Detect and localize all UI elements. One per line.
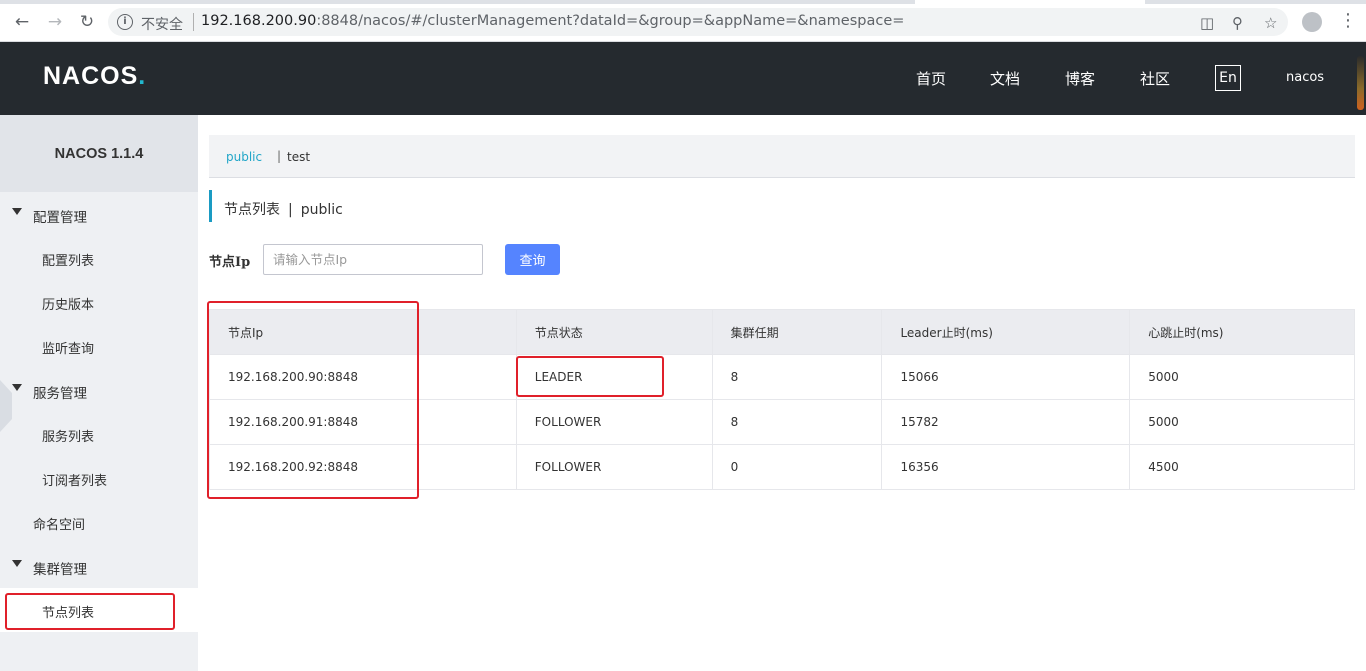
cell-cluster-term: 8 [711,399,883,445]
profile-avatar-icon[interactable] [1302,12,1322,32]
browser-chrome: ← → ↻ i 不安全 192.168.200.90:8848/nacos/#/… [0,0,1366,42]
sidebar-item-label: 监听查询 [42,342,95,357]
sidebar-item-label: 历史版本 [42,298,95,313]
browser-menu-icon[interactable]: ⋮ [1339,10,1357,31]
cell-node-state: FOLLOWER [515,399,713,445]
table-row: 192.168.200.91:8848 FOLLOWER 8 15782 500… [209,399,1355,445]
sidebar-item-namespace[interactable]: 命名空间 [0,500,198,544]
sidebar-group-cluster[interactable]: 集群管理 [0,544,198,588]
sidebar: NACOS 1.1.4 配置管理 配置列表 历史版本 监听查询 服务管理 服务列… [0,115,198,671]
nav-link-blog[interactable]: 博客 [1065,68,1095,89]
column-header-heartbeat-due: 心跳止时(ms) [1129,309,1355,355]
sidebar-item-label: 节点列表 [42,606,95,621]
url-host: 192.168.200.90 [201,13,317,29]
page-title: 节点列表 | public [209,190,343,222]
cell-node-state: LEADER [515,354,713,400]
translate-icon[interactable]: ◫ [1200,14,1214,32]
url-text[interactable]: 192.168.200.90:8848/nacos/#/clusterManag… [201,13,904,29]
back-arrow-icon[interactable]: ← [11,11,33,33]
cell-node-ip: 192.168.200.91:8848 [209,399,517,445]
sidebar-item-listener-query[interactable]: 监听查询 [0,324,198,368]
nacos-logo[interactable]: NACOS. [43,62,146,91]
bookmark-star-icon[interactable]: ☆ [1264,14,1277,32]
nav-link-community[interactable]: 社区 [1140,68,1170,89]
cell-cluster-term: 0 [711,444,883,490]
namespace-tab-test[interactable]: test [287,150,310,164]
cell-heartbeat-due: 4500 [1129,444,1355,490]
column-header-leader-due: Leader止时(ms) [881,309,1131,355]
table-row: 192.168.200.92:8848 FOLLOWER 0 16356 450… [209,444,1355,490]
page-title-namespace: public [300,202,343,218]
forward-arrow-icon[interactable]: → [44,11,66,33]
sidebar-item-label: 订阅者列表 [42,474,108,489]
cell-leader-due: 15066 [881,354,1131,400]
top-navigation: NACOS. 首页 文档 博客 社区 En nacos [0,42,1366,115]
info-icon[interactable]: i [117,14,133,30]
logo-text: NACOS [43,62,139,90]
tab-strip [0,0,1366,4]
cell-cluster-term: 8 [711,354,883,400]
language-toggle-button[interactable]: En [1215,65,1241,91]
namespace-bar: public | test [209,135,1355,178]
sidebar-item-label: 服务列表 [42,430,95,445]
cell-heartbeat-due: 5000 [1129,399,1355,445]
cell-node-ip: 192.168.200.90:8848 [209,354,517,400]
sidebar-item-config-list[interactable]: 配置列表 [0,236,198,280]
sidebar-item-history[interactable]: 历史版本 [0,280,198,324]
cell-node-ip: 192.168.200.92:8848 [209,444,517,490]
sidebar-group-service[interactable]: 服务管理 [0,368,198,412]
url-path: :8848/nacos/#/clusterManagement?dataId=&… [316,13,905,29]
column-header-node-state: 节点状态 [515,309,713,355]
cell-leader-due: 15782 [881,399,1131,445]
table-header-row: 节点Ip 节点状态 集群任期 Leader止时(ms) 心跳止时(ms) [209,309,1355,355]
active-tab[interactable] [915,0,1145,4]
user-menu[interactable]: nacos [1286,70,1324,85]
sidebar-item-label: 配置列表 [42,254,95,269]
namespace-separator: | [277,149,282,163]
node-table: 节点Ip 节点状态 集群任期 Leader止时(ms) 心跳止时(ms) 192… [209,309,1355,490]
namespace-tab-public[interactable]: public [226,150,262,164]
node-ip-label: 节点Ip [209,255,251,270]
reload-icon[interactable]: ↻ [76,11,98,33]
sidebar-item-label: 命名空间 [33,518,86,533]
sidebar-item-subscriber-list[interactable]: 订阅者列表 [0,456,198,500]
address-separator [193,13,194,31]
page-title-separator: | [288,202,293,218]
sidebar-group-config[interactable]: 配置管理 [0,192,198,236]
zoom-icon[interactable]: ⚲ [1232,14,1243,32]
sidebar-group-label: 配置管理 [33,210,87,226]
decorative-strip [1357,56,1364,110]
cell-heartbeat-due: 5000 [1129,354,1355,400]
logo-dot: . [138,62,147,90]
column-header-cluster-term: 集群任期 [711,309,883,355]
version-title: NACOS 1.1.4 [0,115,198,192]
address-bar[interactable]: i 不安全 192.168.200.90:8848/nacos/#/cluste… [108,8,1288,36]
caret-down-icon [12,560,22,567]
caret-down-icon [12,384,22,391]
table-row: 192.168.200.90:8848 LEADER 8 15066 5000 [209,354,1355,400]
sidebar-group-label: 集群管理 [33,562,87,578]
sidebar-item-node-list[interactable]: 节点列表 [0,588,198,632]
cell-node-state: FOLLOWER [515,444,713,490]
column-header-node-ip: 节点Ip [209,309,517,355]
caret-down-icon [12,208,22,215]
query-button[interactable]: 查询 [505,244,560,275]
security-label: 不安全 [141,17,183,33]
nav-link-home[interactable]: 首页 [916,68,946,89]
sidebar-item-service-list[interactable]: 服务列表 [0,412,198,456]
nav-link-docs[interactable]: 文档 [990,68,1020,89]
cell-leader-due: 16356 [881,444,1131,490]
node-ip-input[interactable] [263,244,483,275]
sidebar-group-label: 服务管理 [33,386,87,402]
page-title-text: 节点列表 [224,202,280,218]
